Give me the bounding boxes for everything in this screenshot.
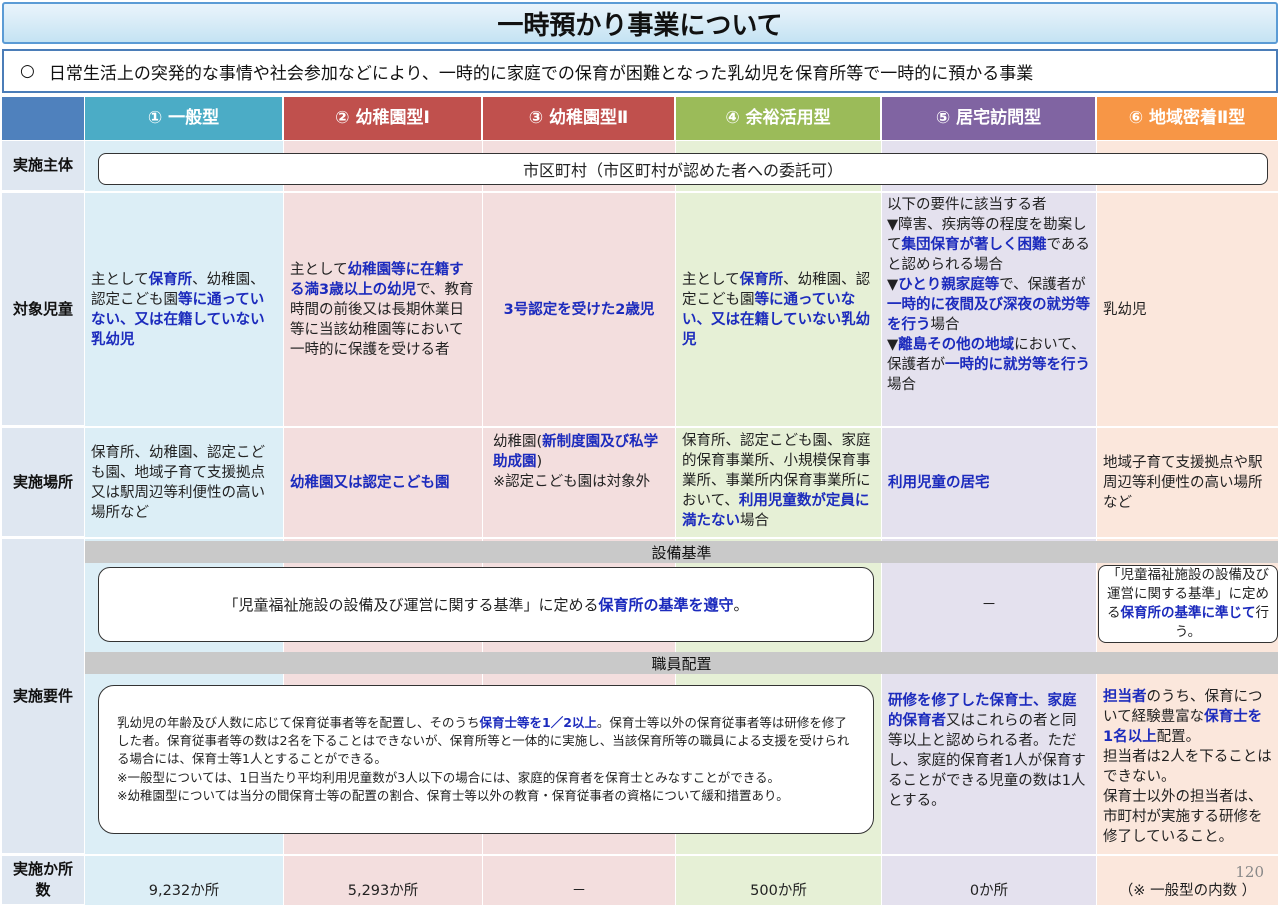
staff-bubble: 乳幼児の年齢及び人数に応じて保育従事者等を配置し、そのうち保育士等を1／2以上。… [98, 685, 874, 834]
children-type6: 乳幼児 [1097, 193, 1278, 426]
facility-type6-bubble: 「児童福祉施設の設備及び運営に関する基準」に定める保育所の基準に準じて行う。 [1098, 565, 1278, 643]
children-type3-text: 3号認定を受けた2歳児 [503, 301, 655, 318]
place-type2: 幼稚園又は認定こども園 [284, 428, 482, 537]
staff-type6: 担当者のうち、保育について経験豊富な保育士を1名以上配置。 担当者は2人を下るこ… [1097, 685, 1278, 853]
entity-bubble: 市区町村（市区町村が認めた者への委託可） [98, 153, 1268, 185]
header-type6: ⑥ 地域密着Ⅱ型 [1097, 97, 1278, 140]
place-type5-text: 利用児童の居宅 [888, 474, 990, 491]
facility-a: 「児童福祉施設の設備及び運営に関する基準」に定める [223, 596, 599, 614]
staff-b: 保育士等を1／2以上 [479, 715, 597, 731]
place-type3-a: 幼稚園( [493, 434, 543, 450]
staff-d: ※一般型については、1日当たり平均利用児童数が3人以下の場合には、家庭的保育者を… [117, 769, 781, 785]
label-children: 対象児童 [2, 193, 84, 426]
staff-e: ※幼稚園型については当分の間保育士等の配置の割合、保育士等以外の教育・保育従事者… [117, 787, 789, 803]
header-type1: ① 一般型 [85, 97, 283, 140]
children-type1: 主として保育所、幼稚園、認定こども園等に通っていない、又は在籍していない乳幼児 [85, 193, 283, 426]
children-type5: 以下の要件に該当する者 ▼障害、疾病等の程度を勘案して集団保育が著しく困難である… [882, 193, 1096, 426]
children-type5-b2e: 場合 [930, 317, 960, 333]
count-type2: 5,293か所 [347, 883, 419, 899]
label-count: 実施か所数 [2, 856, 84, 905]
label-requirements: 実施要件 [2, 539, 84, 854]
place-type5: 利用児童の居宅 [882, 428, 1096, 537]
children-type3: 3号認定を受けた2歳児 [483, 193, 675, 426]
children-type2: 主として幼稚園等に在籍する満3歳以上の幼児で、教育時間の前後又は長期休業日等に当… [284, 193, 482, 426]
header-type2: ② 幼稚園型Ⅰ [284, 97, 482, 140]
row-sep-3 [2, 537, 1278, 539]
children-type4-a: 主として [682, 271, 740, 288]
children-type5-b3d: 一時的に就労等を行う [945, 357, 1090, 373]
children-type1-b: 保育所 [148, 271, 193, 288]
children-type5-b2b: ひとり親家庭等 [898, 277, 1000, 293]
place-type1: 保育所、幼稚園、認定こども園、地域子育て支援拠点又は駅周辺等利便性の高い場所など [85, 428, 283, 537]
place-type1-text: 保育所、幼稚園、認定こども園、地域子育て支援拠点又は駅周辺等利便性の高い場所など [91, 444, 265, 521]
children-type5-b2d: 一時的に夜間及び深夜の就労等を行う [887, 297, 1090, 333]
staff-type6-a: 担当者 [1103, 689, 1147, 705]
staff-type6-d: 配置。 [1156, 729, 1201, 745]
children-type6-text: 乳幼児 [1103, 301, 1147, 318]
children-type4: 主として保育所、幼稚園、認定こども園等に通っていない、又は在籍していない乳幼児 [676, 193, 881, 426]
children-type5-intro: 以下の要件に該当する者 [887, 197, 1047, 213]
place-type3-c: ) [536, 454, 543, 470]
intro-text: 日常生活上の突発的な事情や社会参加などにより、一時的に家庭での保育が困難となった… [48, 63, 1034, 84]
place-type4-c: 場合 [740, 513, 769, 529]
children-type5-b3e: 場合 [887, 377, 916, 393]
children-type1-a: 主として [91, 271, 149, 288]
staff-type6-e: 担当者は2人を下ることはできない。 [1103, 749, 1272, 785]
children-type5-b1b: 集団保育が著しく困難 [901, 237, 1047, 253]
children-type2-a: 主として [290, 261, 348, 278]
count-type5: 0か所 [969, 883, 1009, 899]
place-type4: 保育所、認定こども園、家庭的保育事業所、小規模保育事業所、事業所内保育事業所にお… [676, 428, 881, 537]
header-type4: ④ 余裕活用型 [676, 97, 881, 140]
place-type6: 地域子育て支援拠点や駅周辺等利便性の高い場所など [1097, 428, 1278, 537]
place-type3: 幼稚園(新制度園及び私学助成園) ※認定こども園は対象外 [483, 428, 675, 537]
page-title: 一時預かり事業について [2, 2, 1278, 44]
intro-box: ○ 日常生活上の突発的な事情や社会参加などにより、一時的に家庭での保育が困難とな… [2, 49, 1278, 93]
comparison-table: ① 一般型 ② 幼稚園型Ⅰ ③ 幼稚園型Ⅱ ④ 余裕活用型 ⑤ 居宅訪問型 ⑥ … [2, 97, 1278, 905]
facility-type6-b: 保育所の基準に準じて [1120, 605, 1256, 621]
place-type2-text: 幼稚園又は認定こども園 [290, 474, 450, 491]
children-type4-b: 保育所 [739, 271, 784, 288]
facility-c: 。 [733, 596, 749, 614]
count-type1: 9,232か所 [148, 883, 220, 899]
children-type5-b3b: 離島その他の地域 [898, 337, 1015, 353]
count-type3: － [571, 883, 587, 899]
facility-type5: － [981, 595, 997, 614]
header-corner [2, 97, 84, 140]
facility-b: 保育所の基準を遵守 [598, 596, 734, 614]
place-type3-d: ※認定こども園は対象外 [493, 474, 651, 490]
label-place: 実施場所 [2, 428, 84, 537]
staff-type6-f: 保育士以外の担当者は、市町村が実施する研修を修了していること。 [1103, 789, 1263, 845]
children-type5-b2c: で、保護者が [999, 277, 1086, 293]
header-type5: ⑤ 居宅訪問型 [882, 97, 1096, 140]
label-entity: 実施主体 [2, 141, 84, 191]
intro-marker: ○ [20, 61, 35, 81]
header-type3: ③ 幼稚園型Ⅱ [483, 97, 675, 140]
staff-type5: 研修を修了した保育士、家庭的保育者又はこれらの者と同等以上と認められる者。ただし… [882, 687, 1096, 827]
children-type5-b2a: ▼ [887, 277, 899, 293]
facility-bubble: 「児童福祉施設の設備及び運営に関する基準」に定める保育所の基準を遵守。 [98, 567, 874, 642]
staff-a: 乳幼児の年齢及び人数に応じて保育従事者等を配置し、そのうち [117, 715, 480, 731]
page-number: 120 [1235, 863, 1264, 881]
place-type6-text: 地域子育て支援拠点や駅周辺等利便性の高い場所など [1103, 454, 1263, 511]
children-type5-b3a: ▼ [887, 337, 899, 353]
facility-band: 設備基準 [85, 541, 1278, 563]
count-type4: 500か所 [750, 883, 807, 899]
staff-band: 職員配置 [85, 652, 1278, 674]
